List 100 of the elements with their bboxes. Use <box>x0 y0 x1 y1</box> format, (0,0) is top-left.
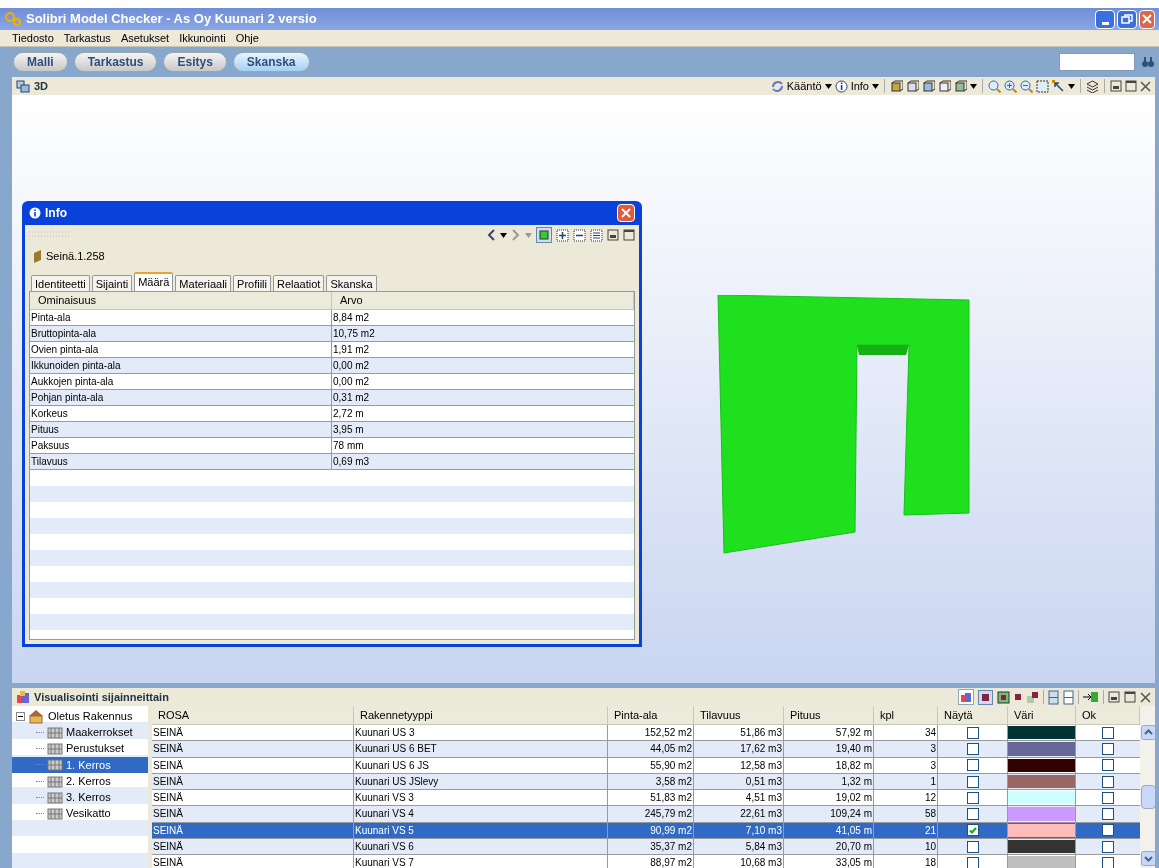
tree-item[interactable]: 1. Kerros <box>12 756 148 773</box>
split-panel-icon[interactable] <box>1048 689 1059 705</box>
ok-checkbox[interactable] <box>1102 840 1114 853</box>
info-tab[interactable]: Profiili <box>233 275 271 291</box>
tree-item[interactable]: 2. Kerros <box>12 772 148 790</box>
zoom-in-icon[interactable] <box>1004 79 1017 93</box>
column-header[interactable]: Rakennetyyppi <box>354 706 608 724</box>
info-tab[interactable]: Materiaali <box>175 275 232 291</box>
ok-checkbox[interactable] <box>1102 857 1114 868</box>
dropdown-caret-icon[interactable] <box>824 83 832 89</box>
color-swatch[interactable] <box>1008 742 1075 756</box>
split-panel-icon[interactable] <box>1063 689 1074 705</box>
dropdown-caret-icon[interactable] <box>500 232 507 238</box>
list-icon[interactable] <box>590 228 603 242</box>
ok-checkbox[interactable] <box>1102 726 1114 739</box>
color-swatch[interactable] <box>1008 856 1075 868</box>
table-row[interactable]: SEINÄ Kuunari US 3 152,52 m2 51,86 m3 57,92 m 34 <box>152 725 1140 742</box>
info-button[interactable]: Info <box>850 77 869 95</box>
rotate-button[interactable]: Kääntö <box>786 77 822 95</box>
ok-checkbox[interactable] <box>1102 824 1114 837</box>
maximize-panel-icon[interactable] <box>1124 691 1136 703</box>
vertical-scrollbar[interactable] <box>1140 706 1155 868</box>
search-field[interactable] <box>1059 53 1135 71</box>
zoom-out-icon[interactable] <box>1020 79 1033 93</box>
table-row[interactable]: SEINÄ Kuunari US 6 BET 44,05 m2 17,62 m3 19,40 m 3 <box>152 741 1140 758</box>
close-icon[interactable] <box>1140 80 1151 92</box>
ok-checkbox[interactable] <box>1102 775 1114 788</box>
column-header[interactable]: Arvo <box>332 292 634 309</box>
cube-icon[interactable] <box>954 79 967 93</box>
info-tab[interactable]: Relaatiot <box>273 275 325 291</box>
table-row[interactable]: SEINÄ Kuunari VS 3 51,83 m2 4,51 m3 19,02 m 12 <box>152 790 1140 807</box>
cube-icon[interactable] <box>922 79 935 93</box>
minimize-panel-icon[interactable] <box>1108 691 1120 703</box>
navigation-tab[interactable]: Tarkastus <box>73 52 158 72</box>
menu-item[interactable]: Tiedosto <box>12 29 54 47</box>
info-tab[interactable]: Identiteetti <box>31 275 90 291</box>
column-header[interactable]: kpl <box>874 706 938 724</box>
menu-item[interactable]: Ohje <box>235 29 259 47</box>
tree-item[interactable]: Oletus Rakennus <box>47 707 134 725</box>
color-swatch[interactable] <box>1008 758 1075 772</box>
table-row[interactable]: SEINÄ Kuunari VS 4 245,79 m2 22,61 m3 109,24 m 58 <box>152 806 1140 823</box>
column-header[interactable]: Tilavuus <box>694 706 784 724</box>
show-checkbox[interactable] <box>966 808 979 821</box>
layers-icon[interactable] <box>1086 79 1099 93</box>
show-checkbox[interactable] <box>966 775 979 788</box>
scroll-up-icon[interactable] <box>1141 725 1155 740</box>
menu-item[interactable]: Tarkastus <box>63 29 111 47</box>
cube-icon[interactable] <box>938 79 951 93</box>
scrollbar-thumb[interactable] <box>1141 785 1155 809</box>
navigation-tab[interactable]: Skanska <box>232 52 310 72</box>
tree-item[interactable]: 3. Kerros <box>12 789 148 806</box>
maximize-panel-icon[interactable] <box>1125 80 1137 92</box>
navigation-tab[interactable]: Malli <box>13 52 68 72</box>
info-tab[interactable]: Sijainti <box>91 275 133 291</box>
square-icon[interactable] <box>978 689 993 705</box>
ok-checkbox[interactable] <box>1102 742 1114 755</box>
minimize-button[interactable] <box>1095 9 1115 29</box>
restore-button[interactable] <box>1117 9 1137 29</box>
ok-checkbox[interactable] <box>1102 791 1114 804</box>
pointer-icon[interactable] <box>1052 79 1065 93</box>
close-button[interactable] <box>1139 9 1155 29</box>
maximize-panel-icon[interactable] <box>623 229 635 241</box>
color-swatch[interactable] <box>1008 840 1075 854</box>
color-swatch[interactable] <box>1008 823 1075 838</box>
color-swatch[interactable] <box>1008 726 1075 740</box>
square-icon[interactable] <box>1026 690 1039 704</box>
scroll-down-icon[interactable] <box>1141 851 1155 866</box>
info-tab[interactable]: Määrä <box>134 272 174 291</box>
zoom-fit-icon[interactable] <box>988 79 1001 93</box>
show-checkbox[interactable] <box>966 840 979 853</box>
tree-item[interactable]: Vesikatto <box>12 805 148 822</box>
column-header[interactable]: ROSA <box>152 706 354 724</box>
expand-all-icon[interactable] <box>556 228 569 242</box>
square-icon[interactable] <box>1014 693 1022 701</box>
show-checkbox[interactable] <box>966 726 979 739</box>
square-icon[interactable] <box>997 690 1010 704</box>
export-icon[interactable] <box>1083 691 1099 703</box>
column-header[interactable]: Ominaisuus <box>30 292 332 309</box>
color-swatch[interactable] <box>1008 807 1075 821</box>
column-header[interactable]: Pinta-ala <box>608 706 694 724</box>
menu-item[interactable]: Asetukset <box>120 29 170 47</box>
show-checkbox[interactable] <box>966 824 979 837</box>
info-tab[interactable]: Skanska <box>326 275 377 291</box>
close-button[interactable] <box>617 204 635 222</box>
collapse-all-icon[interactable] <box>573 228 586 242</box>
color-swatch[interactable] <box>1008 774 1075 789</box>
column-header[interactable]: Pituus <box>784 706 874 724</box>
show-checkbox[interactable] <box>966 857 979 868</box>
column-header[interactable]: Näytä <box>938 706 1008 724</box>
show-checkbox[interactable] <box>966 759 979 772</box>
color-swatch[interactable] <box>1008 791 1075 805</box>
cube-icon[interactable] <box>890 79 903 93</box>
minimize-panel-icon[interactable] <box>1110 80 1122 92</box>
colored-blocks-icon[interactable] <box>958 689 974 705</box>
minimize-panel-icon[interactable] <box>607 229 619 241</box>
sync-selection-icon[interactable] <box>536 227 552 243</box>
column-header[interactable]: Väri <box>1008 706 1076 724</box>
ok-checkbox[interactable] <box>1102 808 1114 821</box>
dropdown-caret-icon[interactable] <box>970 83 977 89</box>
collapse-toggle-icon[interactable] <box>16 711 25 721</box>
